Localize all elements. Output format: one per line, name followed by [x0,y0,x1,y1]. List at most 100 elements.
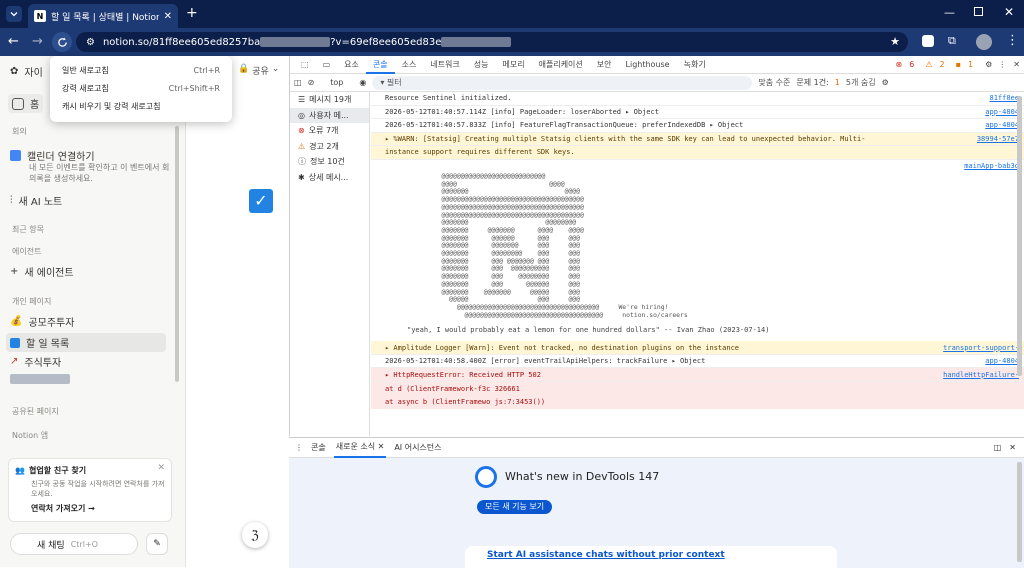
eye-icon[interactable]: ◉ [359,78,366,87]
console-sidebar: ☰ 메시지 19개 ◎ 사용자 메... ⊗ 오류 7개 ⚠ 경고 2개 ⓘ 정보 10건… [290,92,370,436]
puzzle-extensions-icon[interactable]: ⧉ [948,34,956,48]
console-filter-messages[interactable]: ☰ 메시지 19개 [290,92,369,108]
workspace-switcher[interactable]: ✿ 자이 [10,64,43,79]
drawer-scrollbar[interactable] [1017,462,1022,562]
bookmark-star-icon[interactable]: ★ [890,35,900,48]
sidebar-toggle-icon[interactable]: ◫ [294,78,302,87]
log-source-link[interactable]: app-4804 [985,108,1019,116]
sidebar-item-page-active[interactable]: 할 일 목록 [6,333,166,352]
console-settings-icon[interactable]: ⚙ [882,78,889,87]
feature-card[interactable]: Start AI assistance chats without prior … [465,546,837,576]
url-field[interactable]: ⚙ notion.so/81ff8ee605ed8257ba ?v=69ef8e… [76,32,908,52]
drawer-tab-whats-new[interactable]: 새로운 소식 ✕ [333,438,387,458]
tab-elements[interactable]: 요소 [337,56,366,74]
log-source-link[interactable]: app-4804 [985,121,1019,129]
sidebar-item-page[interactable]: ↗ 주식투자 [10,354,61,369]
sidebar-item-home[interactable]: 홈 [8,94,44,113]
context-selector[interactable]: top [320,78,353,87]
device-toggle-icon[interactable]: ▭ [316,56,338,74]
menu-item-normal-reload[interactable]: 일반 새로고침 Ctrl+R [50,61,232,79]
warning-count-badge[interactable]: ⚠ 2 [923,56,953,74]
maximize-button[interactable] [974,7,983,16]
new-chat-button[interactable]: 새 채팅 Ctrl+O [10,533,138,555]
share-button[interactable]: 🔒 공유 ⌄ [238,64,279,77]
log-source-link[interactable]: 38994-57e7 [977,135,1019,143]
tab-console[interactable]: 콘솔 [365,56,395,74]
console-filter-info[interactable]: ⓘ 정보 10건 [290,154,369,170]
notion-favicon-icon: N [34,10,46,22]
drawer-menu-icon[interactable]: ⋮ [295,443,303,452]
profile-avatar[interactable] [976,34,992,50]
new-tab-button[interactable]: + [186,5,198,21]
whats-new-body: What's new in DevTools 147 모든 새 기능 보기 St… [289,458,1024,576]
tab-recorder[interactable]: 녹화기 [677,56,713,74]
invite-title: 협업할 친구 찾기 [28,466,87,475]
tab-search-button[interactable] [6,6,22,22]
issues-label[interactable]: 문제 1건: [796,77,828,88]
info-icon: ⓘ [298,157,306,167]
log-text: ▸ Amplitude Logger [Warn]: Event not tra… [385,343,740,352]
dock-icon[interactable]: ◫ [994,443,1002,452]
tab-security[interactable]: 보안 [590,56,619,74]
tab-sources[interactable]: 소스 [395,56,424,74]
console-filter-errors[interactable]: ⊗ 오류 7개 [290,123,369,139]
filter-label: 정보 10건 [310,157,345,167]
drawer-tabs: ⋮ 콘솔 새로운 소식 ✕ AI 어시스턴스 ◫ ✕ [289,438,1024,458]
tab-performance[interactable]: 성능 [467,56,496,74]
site-settings-icon[interactable]: ⚙ [86,37,95,48]
drawer-tab-ai-assistance[interactable]: AI 어시스턴스 [394,442,441,453]
filter-label: 경고 2개 [309,141,339,151]
tab-memory[interactable]: 메모리 [496,56,532,74]
filter-icon: ▾ [380,77,385,87]
log-source-link[interactable]: mainApp-bab3d [964,162,1019,170]
log-level-dropdown[interactable]: 맞춤 수준 [758,77,790,88]
menu-item-hard-reload[interactable]: 강력 새로고침 Ctrl+Shift+R [50,79,232,97]
log-source-link[interactable]: handleHttpFailure- [943,371,1019,379]
sidebar-item-page[interactable]: 💰 공모주투자 [10,314,74,329]
more-options-icon[interactable]: ⋮ [995,56,1009,74]
inspect-icon[interactable]: ⬚ [294,56,316,74]
close-window-button[interactable]: ✕ [1004,5,1014,19]
notion-ai-button[interactable]: ℨ [242,522,268,548]
import-contacts-link[interactable]: 연락처 가져오기 → [15,503,165,514]
forward-arrow-icon[interactable]: → [32,34,43,49]
console-filter-verbose[interactable]: ✱ 상세 메시... [290,170,369,186]
feature-card-title[interactable]: Start AI assistance chats without prior … [487,550,725,560]
back-arrow-icon[interactable]: ← [8,34,19,49]
drawer-tab-console[interactable]: 콘솔 [311,442,326,453]
console-scrollbar[interactable] [1017,96,1022,376]
tab-network[interactable]: 네트워크 [423,56,466,74]
console-warning-line: ▸ Amplitude Logger [Warn]: Event not tra… [371,341,1024,355]
console-filter-user[interactable]: ◎ 사용자 메... [290,107,369,123]
browser-menu-icon[interactable]: ⋮ [1006,33,1019,48]
compose-button[interactable]: ✎ [146,533,168,555]
tab-lighthouse[interactable]: Lighthouse [619,56,677,74]
error-count-badge[interactable]: ⊗ 6 [894,56,924,74]
log-source-link[interactable]: transport-support- [943,344,1019,352]
menu-item-empty-cache-reload[interactable]: 캐시 비우기 및 강력 새로고침 [50,97,232,115]
tab-application[interactable]: 애플리케이션 [532,56,590,74]
task-checkbox[interactable]: ✓ [249,189,273,213]
close-drawer-icon[interactable]: ✕ [1009,443,1024,452]
settings-gear-icon[interactable]: ⚙ [982,56,995,74]
console-line: Resource Sentinel initialized. 81ff8ee [371,92,1024,106]
extension-icon[interactable] [922,35,934,47]
log-source-link[interactable]: app-4804 [985,357,1019,365]
browser-tab-active[interactable]: N 할 일 목록 | 상태별 | Notion ✕ [28,4,178,28]
console-filter-warnings[interactable]: ⚠ 경고 2개 [290,139,369,155]
sidebar-item-new-agent[interactable]: + 새 에이전트 [10,264,74,279]
log-source-link[interactable]: 81ff8ee [989,94,1019,102]
calendar-connect[interactable]: 캘린더 연결하기 [10,148,95,163]
info-count-badge[interactable]: ▪ 1 [954,56,983,74]
minimize-button[interactable]: — [944,6,955,19]
clear-console-icon[interactable]: ⊘ [308,78,315,87]
calendar-title: 캘린더 연결하기 [27,152,95,163]
close-devtools-icon[interactable]: ✕ [1009,56,1024,74]
close-icon[interactable]: ✕ [157,463,165,473]
sidebar-item-ai-note[interactable]: ⫶ 새 AI 노트 [10,193,62,208]
console-filter-input[interactable]: ▾ 필터 [372,75,753,90]
close-tab-icon[interactable]: ✕ [164,11,172,22]
reload-button[interactable] [52,32,72,52]
see-all-features-button[interactable]: 모든 새 기능 보기 [477,500,553,514]
sidebar-scrollbar[interactable] [175,126,179,382]
